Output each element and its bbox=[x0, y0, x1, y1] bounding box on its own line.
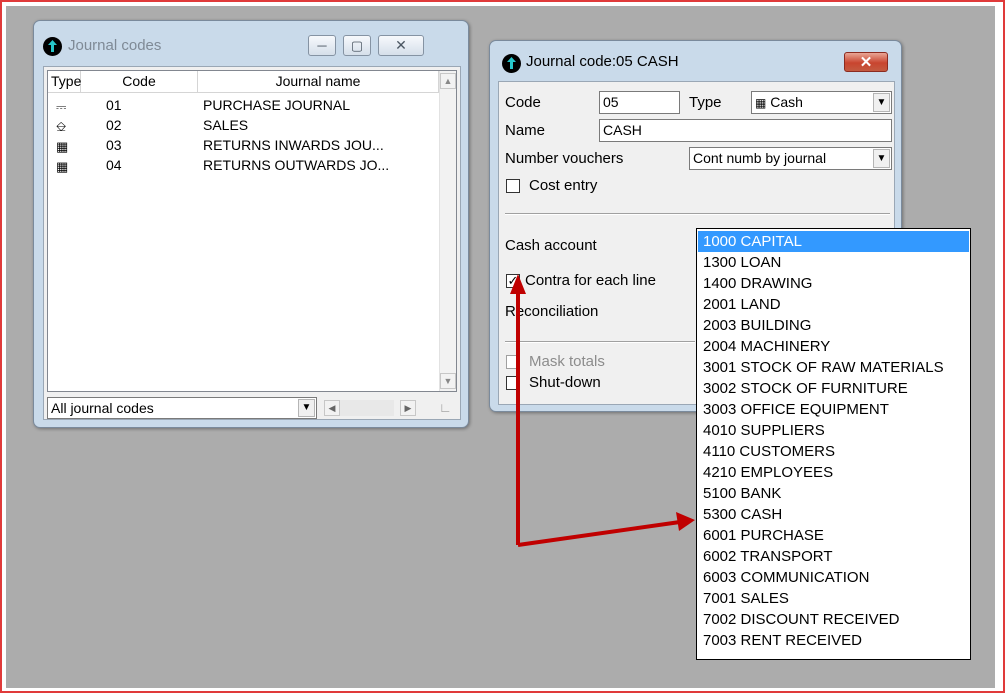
dropdown-item-2001-land[interactable]: 2001 LAND bbox=[698, 294, 969, 315]
dropdown-item-1300-loan[interactable]: 1300 LOAN bbox=[698, 252, 969, 273]
dropdown-item-6002-transport[interactable]: 6002 TRANSPORT bbox=[698, 546, 969, 567]
journal-code-cell: 04 bbox=[106, 157, 122, 173]
column-header-type[interactable]: Type bbox=[48, 71, 81, 93]
maximize-button[interactable]: ▢ bbox=[343, 35, 371, 56]
dropdown-item-4210-employees[interactable]: 4210 EMPLOYEES bbox=[698, 462, 969, 483]
journal-code-cell: 03 bbox=[106, 137, 122, 153]
dropdown-item-7001-sales[interactable]: 7001 SALES bbox=[698, 588, 969, 609]
dropdown-item-7002-discount-received[interactable]: 7002 DISCOUNT RECEIVED bbox=[698, 609, 969, 630]
type-label: Type bbox=[689, 94, 722, 111]
number-vouchers-label: Number vouchers bbox=[505, 150, 624, 167]
minimize-button[interactable]: ─ bbox=[308, 35, 336, 56]
app-logo-icon bbox=[502, 54, 521, 73]
journal-name-cell: SALES bbox=[203, 117, 249, 133]
purchase-journal-icon: ⎓ bbox=[56, 99, 67, 114]
table-row[interactable]: ▦ 03 RETURNS INWARDS JOU... bbox=[48, 136, 439, 155]
returns-journal-icon: ▦ bbox=[56, 159, 69, 174]
name-field[interactable]: CASH bbox=[599, 119, 892, 142]
journal-code-cell: 01 bbox=[106, 97, 122, 113]
code-label: Code bbox=[505, 94, 541, 111]
journal-code-cell: 02 bbox=[106, 117, 122, 133]
code-field[interactable]: 05 bbox=[599, 91, 680, 114]
mask-totals-label: Mask totals bbox=[529, 353, 605, 370]
dropdown-item-1400-drawing[interactable]: 1400 DRAWING bbox=[698, 273, 969, 294]
resize-grip-icon[interactable]: ∟ bbox=[439, 400, 455, 416]
dropdown-item-3001-stock-raw-materials[interactable]: 3001 STOCK OF RAW MATERIALS bbox=[698, 357, 969, 378]
dropdown-item-5100-bank[interactable]: 5100 BANK bbox=[698, 483, 969, 504]
vertical-scrollbar[interactable]: ▲ ▼ bbox=[439, 71, 456, 391]
cost-entry-checkbox[interactable] bbox=[506, 179, 520, 193]
close-button[interactable]: ✕ bbox=[378, 35, 424, 56]
close-button[interactable]: ✕ bbox=[844, 52, 888, 72]
journal-name-cell: RETURNS OUTWARDS JO... bbox=[203, 157, 390, 173]
table-row[interactable]: ⎓ 01 PURCHASE JOURNAL bbox=[48, 96, 439, 115]
cash-account-label: Cash account bbox=[505, 237, 597, 254]
journal-codes-list[interactable]: Type Code Journal name ⎓ 01 PURCHASE JOU… bbox=[47, 70, 457, 392]
app-logo-icon bbox=[43, 37, 62, 56]
journal-name-cell: RETURNS INWARDS JOU... bbox=[203, 137, 384, 153]
cash-account-dropdown-list[interactable]: 1000 CAPITAL 1300 LOAN 1400 DRAWING 2001… bbox=[696, 228, 971, 660]
number-vouchers-select[interactable]: Cont numb by journal ▼ bbox=[689, 147, 892, 170]
dropdown-item-3003-office-equipment[interactable]: 3003 OFFICE EQUIPMENT bbox=[698, 399, 969, 420]
shutdown-label: Shut-down bbox=[529, 374, 601, 391]
journal-codes-window: Journal codes ─ ▢ ✕ Type Code Journal na… bbox=[33, 20, 469, 428]
dropdown-item-7003-rent-received[interactable]: 7003 RENT RECEIVED bbox=[698, 630, 969, 651]
mask-totals-checkbox[interactable] bbox=[506, 355, 520, 369]
contra-checkbox[interactable]: ✓ bbox=[506, 274, 520, 288]
cost-entry-label: Cost entry bbox=[529, 177, 598, 194]
journal-filter-select[interactable]: All journal codes ▼ bbox=[47, 397, 317, 419]
section-divider bbox=[505, 341, 695, 343]
dropdown-item-4010-suppliers[interactable]: 4010 SUPPLIERS bbox=[698, 420, 969, 441]
type-select[interactable]: ▦ Cash ▼ bbox=[751, 91, 892, 114]
type-value: Cash bbox=[770, 94, 803, 110]
horizontal-scroll-track[interactable] bbox=[340, 400, 394, 416]
scroll-right-button[interactable]: ▶ bbox=[400, 400, 416, 416]
scroll-left-button[interactable]: ◀ bbox=[324, 400, 340, 416]
contra-label: Contra for each line bbox=[525, 272, 656, 289]
number-vouchers-value: Cont numb by journal bbox=[693, 150, 827, 166]
dropdown-item-6003-communication[interactable]: 6003 COMMUNICATION bbox=[698, 567, 969, 588]
dropdown-item-6001-purchase[interactable]: 6001 PURCHASE bbox=[698, 525, 969, 546]
dialog-title: Journal code:05 CASH bbox=[526, 53, 679, 70]
dropdown-item-2004-machinery[interactable]: 2004 MACHINERY bbox=[698, 336, 969, 357]
dropdown-item-3002-stock-furniture[interactable]: 3002 STOCK OF FURNITURE bbox=[698, 378, 969, 399]
chevron-down-icon[interactable]: ▼ bbox=[873, 93, 890, 112]
dropdown-item-2003-building[interactable]: 2003 BUILDING bbox=[698, 315, 969, 336]
sales-journal-icon: ⎒ bbox=[56, 119, 67, 134]
dropdown-item-5300-cash[interactable]: 5300 CASH bbox=[698, 504, 969, 525]
scroll-down-button[interactable]: ▼ bbox=[440, 373, 456, 389]
journal-filter-value: All journal codes bbox=[51, 400, 154, 416]
window-title: Journal codes bbox=[68, 37, 162, 54]
scroll-up-button[interactable]: ▲ bbox=[440, 73, 456, 89]
table-row[interactable]: ▦ 04 RETURNS OUTWARDS JO... bbox=[48, 156, 439, 175]
column-header-journal-name[interactable]: Journal name bbox=[198, 71, 439, 93]
cash-type-icon: ▦ bbox=[755, 96, 767, 110]
section-divider bbox=[505, 213, 890, 215]
returns-journal-icon: ▦ bbox=[56, 139, 69, 154]
journal-codes-client: Type Code Journal name ⎓ 01 PURCHASE JOU… bbox=[43, 66, 461, 420]
reconciliation-label: Reconciliation bbox=[505, 303, 599, 320]
name-label: Name bbox=[505, 122, 546, 139]
chevron-down-icon[interactable]: ▼ bbox=[873, 149, 890, 168]
dropdown-item-4110-customers[interactable]: 4110 CUSTOMERS bbox=[698, 441, 969, 462]
shutdown-checkbox[interactable] bbox=[506, 376, 520, 390]
dropdown-item-1000-capital[interactable]: 1000 CAPITAL bbox=[698, 231, 969, 252]
chevron-down-icon[interactable]: ▼ bbox=[298, 399, 315, 417]
journal-name-cell: PURCHASE JOURNAL bbox=[203, 97, 351, 113]
table-row[interactable]: ⎒ 02 SALES bbox=[48, 116, 439, 135]
column-header-code[interactable]: Code bbox=[81, 71, 198, 93]
